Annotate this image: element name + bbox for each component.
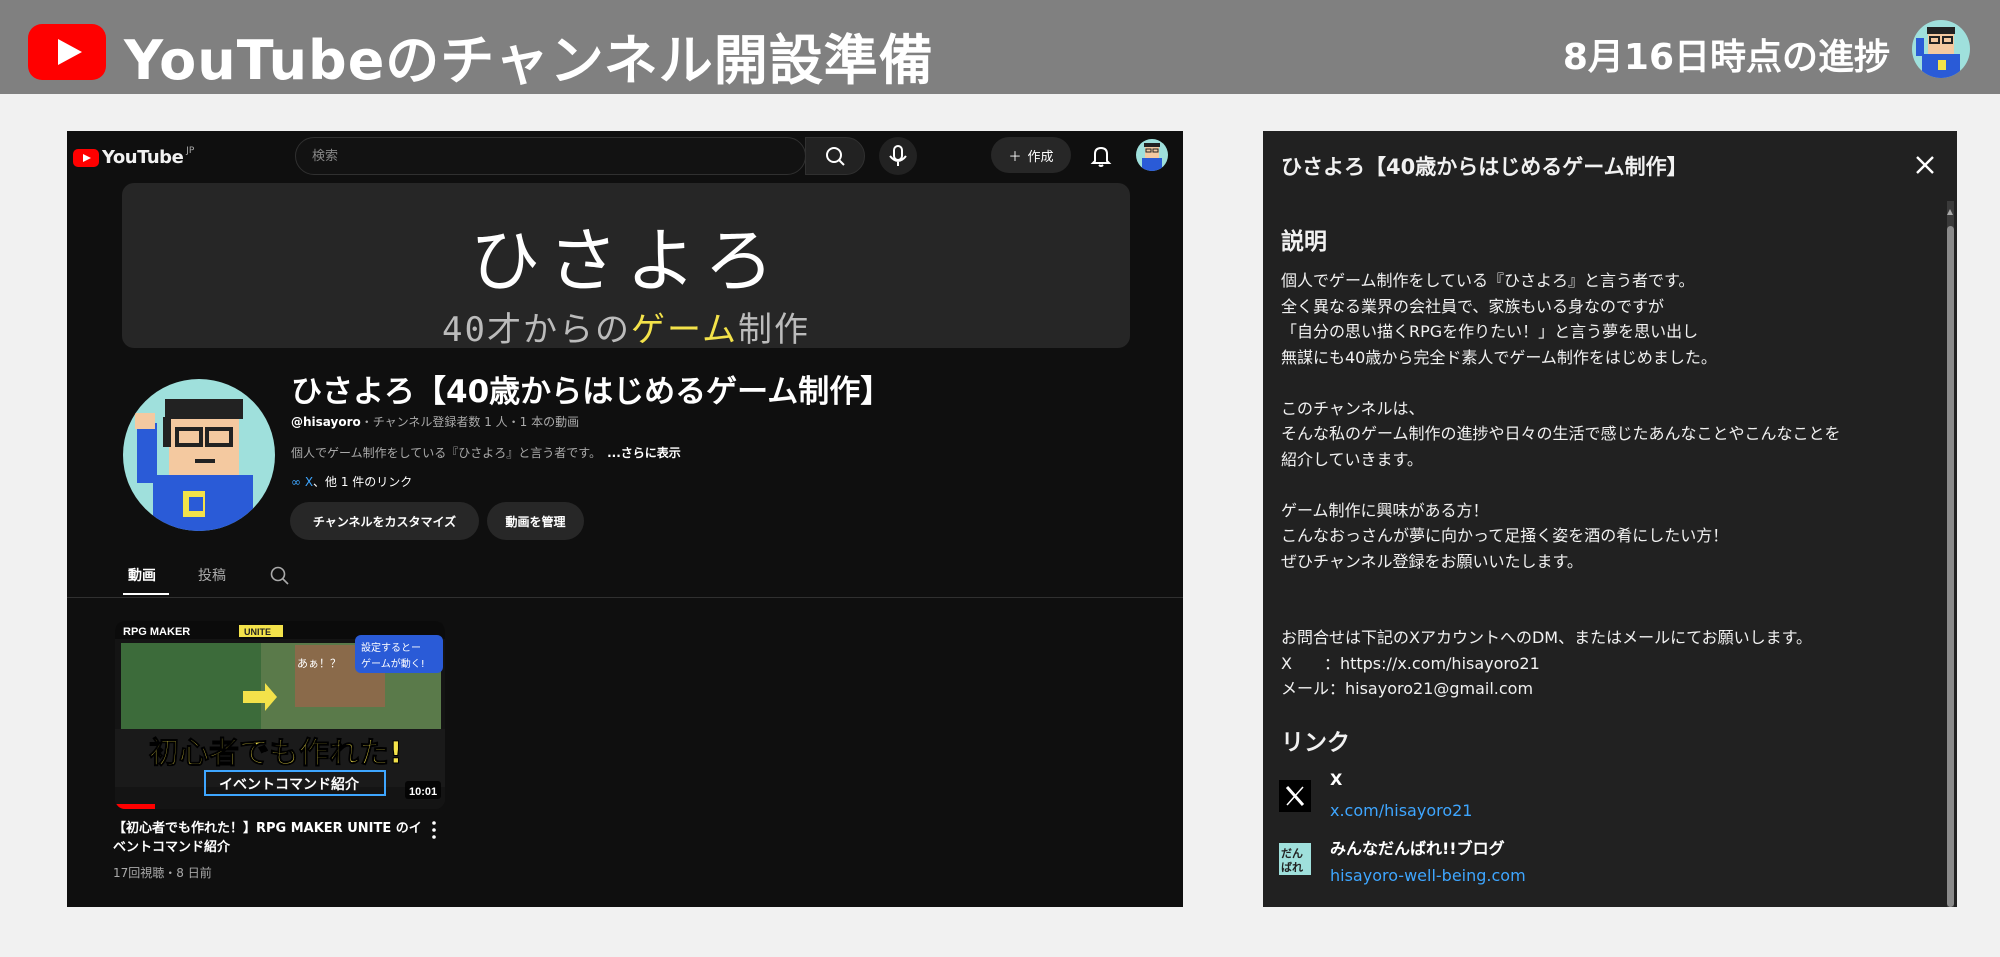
tabs-divider [67, 597, 1183, 598]
channel-links[interactable]: ∞ X、他 1 件のリンク [291, 473, 412, 490]
account-avatar[interactable] [1136, 139, 1168, 171]
svg-text:ゲームが動く!: ゲームが動く! [361, 657, 425, 670]
plus-icon: ＋ [1008, 149, 1022, 165]
link-blog-name: みんなだんばれ!!ブログ [1330, 839, 1505, 858]
video-title[interactable]: 【初心者でも作れた！】RPG MAKER UNITE のイベントコマンド紹介 [113, 819, 423, 857]
channel-meta: @hisayoro・チャンネル登録者数 1 人・1 本の動画 [291, 415, 580, 429]
links-heading: リンク [1281, 730, 1350, 756]
masthead: YouTube JP ＋ 作成 [67, 131, 1183, 181]
link-chain-icon: ∞ [291, 475, 305, 489]
create-button[interactable]: ＋ 作成 [991, 137, 1071, 173]
svg-text:RPG MAKER: RPG MAKER [123, 626, 190, 638]
youtube-logo-icon [28, 24, 106, 80]
search-box [295, 137, 806, 175]
search-input[interactable] [296, 138, 805, 174]
show-more-link[interactable]: ...さらに表示 [607, 446, 681, 460]
scroll-up-icon[interactable] [1947, 209, 1953, 215]
svg-text:ばれ: ばれ [1281, 860, 1303, 874]
active-tab-indicator [123, 593, 169, 595]
description-body: 個人でゲーム制作をしている『ひさよろ』と言う者です。 全く異なる業界の会社員で、… [1281, 271, 1841, 698]
create-label: 作成 [1027, 149, 1054, 165]
svg-text:あぁ！？: あぁ！？ [297, 657, 341, 670]
progress-date: 8月16日時点の進捗 [1562, 37, 1890, 78]
link-blog-url[interactable]: hisayoro-well-being.com [1330, 866, 1526, 885]
scrollbar-thumb[interactable] [1947, 226, 1954, 907]
search-icon [826, 147, 845, 166]
about-title: ひさよろ【40歳からはじめるゲーム制作】 [1281, 155, 1688, 179]
channel-name: ひさよろ【40歳からはじめるゲーム制作】 [291, 374, 892, 410]
customize-channel-button[interactable]: チャンネルをカスタマイズ [290, 502, 479, 540]
link-x-url[interactable]: x.com/hisayoro21 [1330, 801, 1472, 820]
tab-videos[interactable]: 動画 [128, 565, 156, 585]
manage-videos-button[interactable]: 動画を管理 [487, 502, 584, 540]
description-heading: 説明 [1281, 229, 1327, 255]
svg-text:イベントコマンド紹介: イベントコマンド紹介 [219, 776, 360, 793]
region-code: JP [186, 145, 195, 156]
youtube-play-icon [73, 148, 99, 167]
banner-title: ひさよろ [470, 220, 782, 302]
page-title: YouTubeのチャンネル開設準備 [124, 29, 934, 92]
link-x-name: X [1330, 770, 1343, 789]
search-button[interactable] [805, 137, 865, 175]
channel-avatar [123, 379, 275, 531]
channel-search-icon[interactable] [269, 565, 291, 587]
about-dialog: ひさよろ【40歳からはじめるゲーム制作】 説明 個人でゲーム制作をしている『ひさ… [1263, 131, 1957, 907]
svg-text:だん: だん [1281, 847, 1303, 860]
channel-description: 個人でゲーム制作をしている『ひさよろ』と言う者です。 ...さらに表示 [291, 446, 681, 460]
video-meta: 17回視聴・8 日前 [113, 866, 212, 880]
blog-logo-icon: だん ばれ [1279, 843, 1311, 875]
tab-posts[interactable]: 投稿 [198, 565, 226, 585]
header-bar: YouTubeのチャンネル開設準備 8月16日時点の進捗 [0, 0, 2000, 94]
close-icon[interactable] [1913, 153, 1937, 177]
voice-search-button[interactable] [879, 137, 917, 175]
x-logo-icon [1279, 780, 1311, 812]
more-vert-icon[interactable] [427, 819, 441, 841]
youtube-channel-screenshot: YouTube JP ＋ 作成 [67, 131, 1183, 907]
microphone-icon [889, 145, 907, 166]
youtube-home-link[interactable]: YouTube JP [73, 145, 195, 168]
video-thumbnail[interactable]: RPG MAKER UNITE 設定するとー ゲームが動く! あぁ！？ 初心者で… [115, 621, 445, 809]
channel-banner: ひさよろ 40才からのゲーム制作 [122, 183, 1130, 350]
notifications-bell-icon[interactable] [1087, 142, 1115, 170]
svg-text:UNITE: UNITE [244, 627, 271, 637]
svg-text:設定するとー: 設定するとー [361, 641, 421, 654]
author-avatar [1912, 20, 1970, 78]
svg-text:10:01: 10:01 [409, 786, 437, 798]
youtube-wordmark: YouTube [102, 147, 184, 168]
svg-text:初心者でも作れた!: 初心者でも作れた! [149, 736, 403, 771]
banner-subtitle: 40才からのゲーム制作 [442, 310, 810, 350]
